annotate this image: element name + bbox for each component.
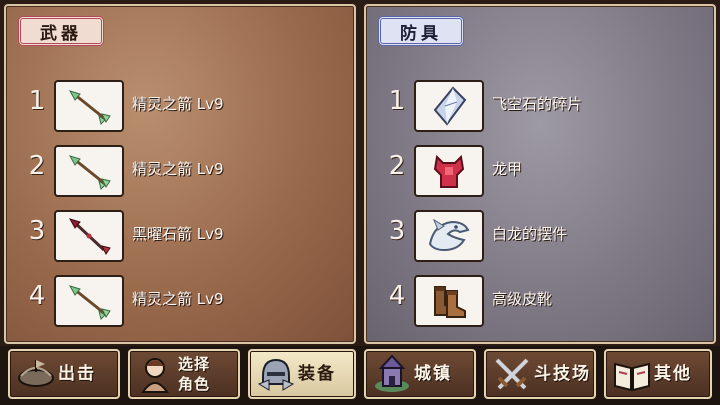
open-book-icon [610,352,654,396]
nav-sortie-button[interactable]: 出击 [8,349,120,399]
item-icon-box[interactable] [54,275,124,327]
nav-select-character-label: 选择 角色 [178,355,211,393]
airship-icon [14,352,58,396]
nav-arena-button[interactable]: 斗技场 [484,349,596,399]
white-dragon-ornament-icon [428,218,470,252]
nav-other-label: 其他 [654,364,692,384]
armor-panel-title: 防具 [378,16,464,46]
item-icon-box[interactable] [54,210,124,262]
item-name: 白龙的摆件 [492,225,568,243]
item-icon-box[interactable] [54,80,124,132]
nav-select-character-button[interactable]: 选择 角色 [128,349,240,399]
item-icon-box[interactable] [414,80,484,132]
bottom-nav-bar: 出击 选择 角色 装备 城镇 斗技场 其他 [0,346,720,405]
nav-sortie-label: 出击 [58,364,96,384]
weapon-slot-3[interactable]: 3 黑曜石箭 Lv9 [6,206,354,266]
nav-town-label: 城镇 [414,364,452,384]
armor-slot-1[interactable]: 1 飞空石的碎片 [366,76,714,136]
slot-number: 2 [388,151,406,181]
elf-arrow-icon [68,155,111,190]
item-name: 精灵之箭 Lv9 [132,95,224,113]
item-icon-box[interactable] [414,275,484,327]
nav-other-button[interactable]: 其他 [604,349,712,399]
item-icon-box[interactable] [414,145,484,197]
weapon-slot-1[interactable]: 1 精灵之箭 Lv9 [6,76,354,136]
dragon-armor-icon [433,154,465,188]
item-name: 高级皮靴 [492,290,553,308]
obsidian-arrow-icon [68,218,111,255]
item-name: 黑曜石箭 Lv9 [132,225,224,243]
slot-number: 4 [388,281,406,311]
armor-helmet-icon [254,352,298,396]
item-name: 飞空石的碎片 [492,95,583,113]
crossed-swords-icon [490,352,534,396]
item-name: 精灵之箭 Lv9 [132,160,224,178]
weapons-panel-title: 武器 [18,16,104,46]
slot-number: 1 [388,86,406,116]
slot-number: 1 [28,86,46,116]
character-portrait-icon [134,352,178,396]
nav-equipment-button[interactable]: 装备 [248,349,356,399]
elf-arrow-icon [68,285,111,320]
item-icon-box[interactable] [414,210,484,262]
leather-boots-icon [434,286,466,318]
slot-number: 4 [28,281,46,311]
weapons-panel: 武器 1 精灵之箭 Lv9 2 精灵之箭 Lv9 3 黑曜石箭 Lv9 4 精灵… [4,4,356,344]
nav-equipment-label: 装备 [298,364,336,384]
nav-arena-label: 斗技场 [534,364,591,384]
elf-arrow-icon [68,90,111,125]
item-name: 龙甲 [492,160,523,178]
weapon-slot-4[interactable]: 4 精灵之箭 Lv9 [6,271,354,331]
slot-number: 3 [388,216,406,246]
armor-slot-2[interactable]: 2 龙甲 [366,141,714,201]
armor-slot-3[interactable]: 3 白龙的摆件 [366,206,714,266]
slot-number: 3 [28,216,46,246]
nav-town-button[interactable]: 城镇 [364,349,476,399]
slot-number: 2 [28,151,46,181]
item-name: 精灵之箭 Lv9 [132,290,224,308]
armor-panel: 防具 1 飞空石的碎片 2 龙甲 3 白龙的摆件 4 高级皮靴 [364,4,716,344]
item-icon-box[interactable] [54,145,124,197]
armor-slot-4[interactable]: 4 高级皮靴 [366,271,714,331]
castle-town-icon [370,352,414,396]
crystal-shard-icon [433,86,467,126]
weapon-slot-2[interactable]: 2 精灵之箭 Lv9 [6,141,354,201]
